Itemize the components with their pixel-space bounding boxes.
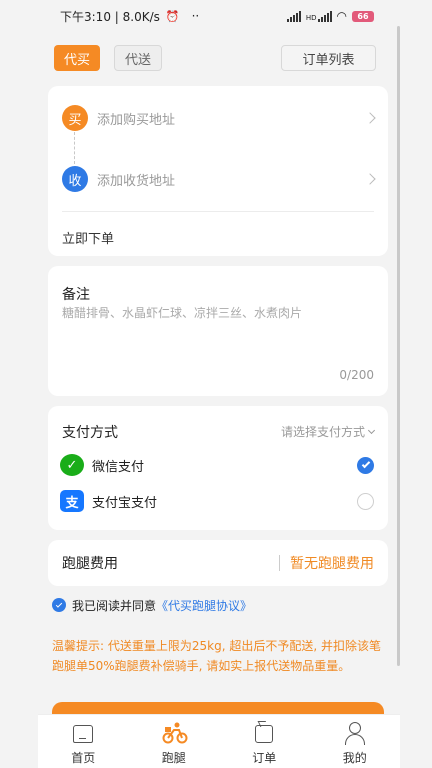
agreement-checkbox[interactable] [52,598,66,612]
order-list-button[interactable]: 订单列表 [281,45,376,71]
tab-deliver[interactable]: 代送 [114,45,163,71]
wifi-icon: ◠ [336,9,347,23]
hd-label: HD [305,13,317,22]
address-card: 买 添加购买地址 收 添加收货地址 立即下单 [48,86,388,256]
payment-option-label: 支付宝支付 [92,495,158,511]
note-input[interactable]: 糖醋排骨、水晶虾仁球、凉拌三丝、水煮肉片 [62,304,302,321]
receive-address-placeholder: 添加收货地址 [97,173,176,189]
tabbar-item-orders[interactable]: 订单 [219,715,310,768]
payment-card: 支付方式 请选择支付方式 ✓ 微信支付 支 支付宝支付 [48,406,388,530]
wechat-radio[interactable] [357,456,374,474]
tabbar-label: 我的 [342,751,367,765]
payment-select[interactable]: 请选择支付方式 [280,423,376,440]
payment-select-hint: 请选择支付方式 [280,425,365,439]
user-icon [343,721,367,745]
rider-icon [162,721,188,745]
tabbar-item-me[interactable]: 我的 [310,715,401,768]
fee-separator [279,555,280,571]
tabbar-label: 跑腿 [161,751,186,765]
agreement-text: 我已阅读并同意 [72,598,157,613]
dotted-connector [74,132,75,164]
check-icon [55,600,63,608]
alipay-radio[interactable] [357,492,374,510]
receive-address-row[interactable]: 收 添加收货地址 [62,164,376,194]
buy-address-placeholder: 添加购买地址 [97,112,176,128]
receive-badge: 收 [62,166,88,192]
fee-value: 暂无跑腿费用 [290,556,374,572]
note-char-count: 0/200 [339,368,374,382]
status-bar: 下午3:10 | 8.0K/s ⏰ ·· HD ◠ 66 [0,0,432,32]
battery-icon: 66 [352,10,374,22]
chevron-right-icon [364,112,376,124]
payment-option-wechat[interactable]: ✓ 微信支付 [60,452,374,478]
tabbar-item-errand[interactable]: 跑腿 [129,715,220,768]
tabbar-label: 订单 [252,751,277,765]
fee-card: 跑腿费用 暂无跑腿费用 [48,540,388,586]
payment-option-alipay[interactable]: 支 支付宝支付 [60,488,374,514]
tabbar-label: 首页 [71,751,96,765]
status-dots: ·· [191,9,200,23]
order-now-button[interactable]: 立即下单 [62,228,114,247]
warm-tip: 温馨提示: 代送重量上限为25kg, 超出后不予配送, 并扣除该笔跑腿单50%跑… [52,639,381,673]
top-tabs: 代买 代送 订单列表 [54,44,376,72]
home-icon [71,721,95,745]
buy-badge: 买 [62,105,88,131]
check-icon [361,459,370,469]
tabbar-item-home[interactable]: 首页 [38,715,129,768]
buy-address-row[interactable]: 买 添加购买地址 [62,103,376,133]
status-time: 下午3:10 | 8.0K/s [60,9,160,24]
payment-option-label: 微信支付 [92,459,145,475]
fee-title: 跑腿费用 [62,556,118,572]
note-title: 备注 [62,287,90,303]
signal-icon-2 [317,10,332,22]
scrollbar[interactable] [397,26,400,666]
battery-level: 66 [357,11,369,21]
bottom-tabbar: 首页 跑腿 订单 我的 [38,714,400,768]
order-icon [252,721,276,745]
signal-icon [286,10,301,22]
agreement-row: 我已阅读并同意 《代买跑腿协议》 [52,596,252,614]
agreement-link[interactable]: 《代买跑腿协议》 [156,597,252,614]
tab-buy[interactable]: 代买 [54,45,101,71]
alipay-icon: 支 [60,490,84,512]
note-card[interactable]: 备注 糖醋排骨、水晶虾仁球、凉拌三丝、水煮肉片 0/200 [48,266,388,396]
payment-title: 支付方式 [62,425,118,441]
chevron-right-icon [364,173,376,185]
divider [62,211,374,212]
alarm-icon: ⏰ [165,9,180,23]
chevron-down-icon [367,426,376,434]
wechat-pay-icon: ✓ [60,454,84,476]
